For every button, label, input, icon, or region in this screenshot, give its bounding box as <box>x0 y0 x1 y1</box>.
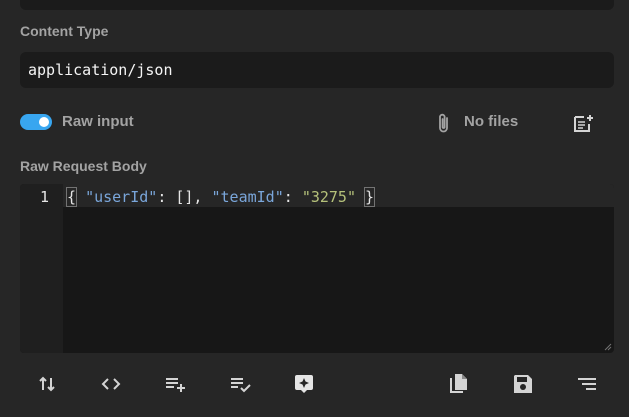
magic-button[interactable] <box>292 372 316 396</box>
code-editor[interactable]: 1 { "userId": [], "teamId": "3275" } <box>20 184 614 353</box>
raw-input-toggle[interactable] <box>20 114 52 130</box>
content-type-label: Content Type <box>20 23 109 39</box>
validate-button[interactable] <box>228 372 252 396</box>
code-separator: : [], <box>157 188 212 206</box>
save-button[interactable] <box>511 372 535 396</box>
json-key-userid: "userId" <box>85 188 158 206</box>
format-button[interactable] <box>575 372 599 396</box>
previous-field-edge <box>20 0 614 10</box>
close-brace: } <box>364 187 376 207</box>
paperclip-icon[interactable] <box>434 111 454 135</box>
format-lines-icon <box>578 378 596 390</box>
toggle-knob <box>39 117 49 127</box>
code-brackets-icon <box>101 378 121 390</box>
no-files-label: No files <box>464 113 519 130</box>
code-view-button[interactable] <box>99 372 123 396</box>
save-icon <box>514 375 532 393</box>
content-type-input[interactable] <box>20 52 614 88</box>
add-note-icon[interactable] <box>571 111 595 135</box>
code-separator: : <box>283 188 302 206</box>
add-line-button[interactable] <box>163 372 187 396</box>
raw-input-label: Raw input <box>62 113 134 130</box>
request-body-panel: Content Type Raw input No files Raw Requ… <box>0 0 629 417</box>
editor-toolbar <box>0 366 629 402</box>
copy-button[interactable] <box>447 372 471 396</box>
magic-sparkle-icon <box>295 375 313 393</box>
playlist-add-icon <box>166 378 185 392</box>
line-number: 1 <box>39 188 49 206</box>
code-line[interactable]: { "userId": [], "teamId": "3275" } <box>65 187 376 207</box>
json-value-teamid: "3275" <box>301 188 356 206</box>
raw-request-body-label: Raw Request Body <box>20 158 147 174</box>
line-gutter: 1 <box>20 184 63 353</box>
playlist-check-icon <box>231 378 251 393</box>
copy-icon <box>450 374 467 393</box>
swap-vertical-icon <box>39 376 55 392</box>
resize-grip-icon[interactable] <box>604 343 612 351</box>
open-brace: { <box>65 187 78 207</box>
json-key-teamid: "teamId" <box>211 188 284 206</box>
swap-vertical-button[interactable] <box>35 372 59 396</box>
